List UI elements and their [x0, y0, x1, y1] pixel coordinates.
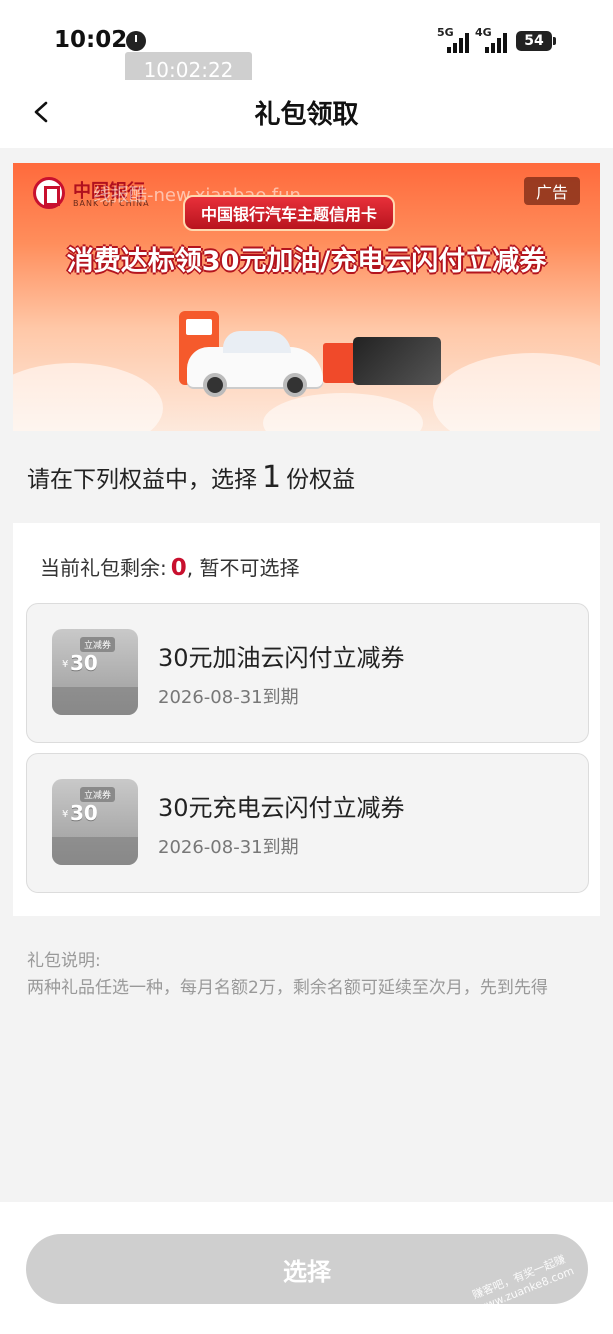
coupon-thumbnail: 立减券 ¥ 30: [52, 629, 138, 715]
package-remaining: 当前礼包剩余: 0, 暂不可选择: [40, 555, 300, 581]
signal-5g-icon: 5G: [437, 26, 469, 53]
signal-4g-icon: 4G: [475, 26, 507, 53]
network-label-4g: 4G: [475, 26, 492, 39]
selection-count: 1: [262, 460, 282, 495]
banner-card-title: 中国银行汽车主题信用卡: [183, 195, 396, 231]
page-title: 礼包领取: [254, 100, 359, 130]
option-expiry: 2026-08-31到期: [158, 837, 299, 858]
bank-logo-icon: [33, 177, 65, 209]
option-expiry: 2026-08-31到期: [158, 687, 299, 708]
ad-badge: 广告: [523, 177, 580, 205]
navbar: 礼包领取: [0, 80, 613, 148]
banner-headline: 消费达标领30元加油/充电云闪付立减券: [66, 246, 547, 277]
benefit-option-charging[interactable]: 立减券 ¥ 30 30元充电云闪付立减券 2026-08-31到期: [26, 753, 589, 893]
notes-title: 礼包说明:: [27, 951, 101, 971]
selection-instruction: 请在下列权益中，选择 1 份权益: [27, 460, 356, 495]
notes-body: 两种礼品任选一种，每月名额2万，剩余名额可延续至次月，先到先得: [27, 978, 548, 998]
network-label-5g: 5G: [437, 26, 454, 39]
alarm-clock-icon: [126, 31, 146, 51]
benefit-option-fuel[interactable]: 立减券 ¥ 30 30元加油云闪付立减券 2026-08-31到期: [26, 603, 589, 743]
gift-box-icon: [323, 343, 357, 383]
coupon-thumbnail: 立减券 ¥ 30: [52, 779, 138, 865]
car-illustration: [153, 303, 453, 403]
battery-icon: 54: [516, 31, 556, 51]
promo-banner[interactable]: 中国银行 BANK OF CHINA 线报酷-new.xianbao.fun 广…: [13, 163, 600, 431]
remaining-count: 0: [170, 555, 187, 581]
status-bar: 10:02 5G 4G 54: [0, 0, 613, 80]
benefits-panel: 当前礼包剩余: 0, 暂不可选择 立减券 ¥ 30 30元加油云闪付立减券 202…: [13, 523, 600, 916]
credit-card-image: [353, 337, 441, 385]
option-title: 30元充电云闪付立减券: [158, 794, 405, 822]
option-title: 30元加油云闪付立减券: [158, 644, 405, 672]
status-time: 10:02: [54, 27, 128, 53]
